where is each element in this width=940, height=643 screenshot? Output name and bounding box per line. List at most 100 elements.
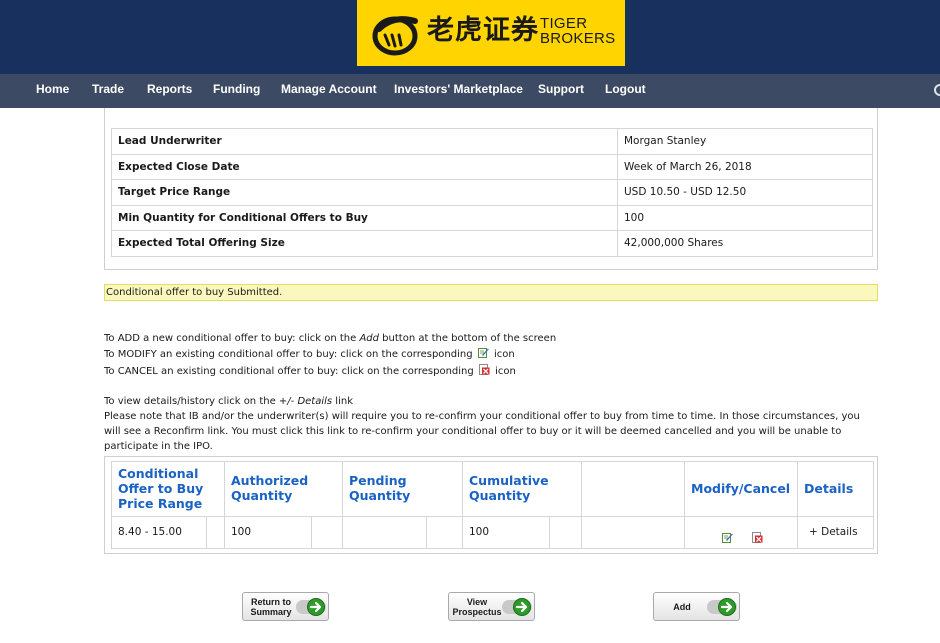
nav-funding[interactable]: Funding	[213, 74, 260, 108]
offer-actions	[685, 517, 798, 548]
offer-row: 8.40 - 15.00 100 100 + Details	[112, 517, 873, 548]
header-price-range-line: Price Range	[118, 496, 203, 511]
offer-cumulative: 100	[463, 517, 550, 548]
details-row: Lead Underwriter Morgan Stanley	[112, 128, 872, 154]
tiger-logo-icon	[372, 16, 418, 56]
cancel-icon	[478, 364, 490, 375]
header-details: Details	[798, 462, 873, 517]
header-cumulative-line: Quantity	[469, 488, 531, 503]
instruction-cancel-pre: To CANCEL an existing conditional offer …	[104, 366, 474, 377]
header-authorized-quantity: Authorized Quantity	[225, 462, 343, 517]
header-details-label: Details	[804, 481, 854, 496]
brand-logo[interactable]: 老虎证券 TIGER BROKERS	[357, 0, 625, 66]
details-value: 100	[624, 211, 645, 224]
header-pending-line: Pending	[349, 473, 407, 488]
nav-logout[interactable]: Logout	[605, 74, 646, 108]
instruction-add-pre: To ADD a new conditional offer to buy: c…	[104, 333, 360, 344]
instruction-modify-post: icon	[493, 349, 515, 360]
nav-trade[interactable]: Trade	[92, 74, 124, 108]
details-label: Min Quantity for Conditional Offers to B…	[112, 205, 618, 231]
instruction-view-post: link	[332, 396, 353, 407]
instruction-cancel: To CANCEL an existing conditional offer …	[104, 364, 884, 379]
header-blank	[582, 462, 685, 517]
offers-header-row: Conditional Offer to Buy Price Range Aut…	[112, 462, 873, 517]
header-cumulative-quantity: Cumulative Quantity	[463, 462, 582, 517]
details-row: Min Quantity for Conditional Offers to B…	[112, 204, 872, 231]
nav-edge-circle-icon[interactable]	[934, 84, 940, 96]
nav-home[interactable]: Home	[36, 74, 69, 108]
reconfirm-note: Please note that IB and/or the underwrit…	[104, 411, 860, 452]
instruction-modify: To MODIFY an existing conditional offer …	[104, 347, 884, 362]
details-label: Expected Total Offering Size	[112, 231, 618, 256]
details-link[interactable]: + Details	[798, 517, 873, 548]
arrow-right-icon	[296, 598, 326, 616]
ipo-details-panel: Lead Underwriter Morgan Stanley Expected…	[104, 108, 878, 270]
prospectus-label-line: View	[466, 596, 488, 607]
cancel-icon[interactable]	[752, 525, 763, 543]
offers-panel: Conditional Offer to Buy Price Range Aut…	[104, 456, 878, 554]
instruction-view-em: +/- Details	[278, 396, 333, 407]
details-label: Lead Underwriter	[112, 129, 618, 154]
details-label: Expected Close Date	[112, 154, 618, 180]
header-authorized-line: Authorized	[231, 473, 309, 488]
offer-spacer	[550, 517, 582, 548]
add-button[interactable]: Add	[653, 592, 740, 621]
details-row: Expected Close Date Week of March 26, 20…	[112, 153, 872, 180]
view-prospectus-label: View Prospectus	[449, 593, 505, 620]
header-band: 老虎证券 TIGER BROKERS	[0, 0, 940, 74]
header-modify-cancel-label: Modify/Cancel	[691, 481, 791, 496]
status-message: Conditional offer to buy Submitted.	[104, 284, 878, 301]
header-pending-line: Quantity	[349, 488, 411, 503]
instruction-view-pre: To view details/history click on the	[104, 396, 279, 407]
brand-cn-name: 老虎证券	[427, 15, 539, 46]
details-row: Target Price Range USD 10.50 - USD 12.50	[112, 179, 872, 205]
instruction-cancel-post: icon	[495, 366, 516, 377]
header-pending-quantity: Pending Quantity	[343, 462, 463, 517]
header-cumulative-line: Cumulative	[469, 473, 549, 488]
offer-spacer	[312, 517, 343, 548]
details-row: Expected Total Offering Size 42,000,000 …	[112, 230, 872, 256]
instruction-modify-pre: To MODIFY an existing conditional offer …	[104, 349, 473, 360]
nav-manage-account[interactable]: Manage Account	[281, 74, 377, 108]
edit-icon	[477, 347, 489, 358]
brand-en-name: TIGER BROKERS	[540, 16, 615, 46]
instruction-add-post: button at the bottom of the screen	[379, 333, 557, 344]
nav-support[interactable]: Support	[538, 74, 584, 108]
header-price-range-line: Offer to Buy	[118, 481, 204, 496]
return-label-line: Summary	[250, 606, 292, 617]
edit-icon[interactable]	[722, 525, 733, 543]
arrow-right-icon	[502, 598, 532, 616]
offer-spacer	[207, 517, 225, 548]
instruction-add-em: Add	[359, 333, 379, 344]
brand-en-line1: TIGER	[540, 15, 588, 32]
details-value: USD 10.50 - USD 12.50	[624, 186, 747, 199]
header-modify-cancel: Modify/Cancel	[685, 462, 798, 517]
details-value: Week of March 26, 2018	[624, 160, 752, 173]
offer-pending	[343, 517, 427, 548]
header-authorized-line: Quantity	[231, 488, 293, 503]
details-label: Target Price Range	[112, 180, 618, 205]
return-label-line: Return to	[251, 596, 291, 607]
view-prospectus-button[interactable]: View Prospectus	[448, 592, 535, 621]
offer-spacer	[582, 517, 685, 548]
details-value: Morgan Stanley	[624, 135, 707, 147]
main-nav: Home Trade Reports Funding Manage Accoun…	[0, 74, 940, 108]
offer-authorized: 100	[225, 517, 312, 548]
nav-investors-marketplace[interactable]: Investors' Marketplace	[394, 74, 523, 108]
add-label: Add	[673, 601, 691, 612]
arrow-right-icon	[707, 598, 737, 616]
return-to-summary-label: Return to Summary	[243, 593, 299, 620]
instruction-view: To view details/history click on the +/-…	[104, 394, 884, 409]
details-value: 42,000,000 Shares	[624, 237, 724, 250]
offer-spacer	[427, 517, 463, 548]
offers-table: Conditional Offer to Buy Price Range Aut…	[111, 461, 874, 549]
return-to-summary-button[interactable]: Return to Summary	[242, 592, 329, 621]
ipo-details-table: Lead Underwriter Morgan Stanley Expected…	[111, 128, 873, 257]
nav-reports[interactable]: Reports	[147, 74, 192, 108]
prospectus-label-line: Prospectus	[452, 606, 502, 617]
instruction-add: To ADD a new conditional offer to buy: c…	[104, 331, 884, 346]
offer-price-range: 8.40 - 15.00	[112, 517, 207, 548]
brand-en-line2: BROKERS	[540, 30, 616, 47]
header-price-range-line: Conditional	[118, 466, 199, 481]
header-price-range: Conditional Offer to Buy Price Range	[112, 462, 225, 517]
